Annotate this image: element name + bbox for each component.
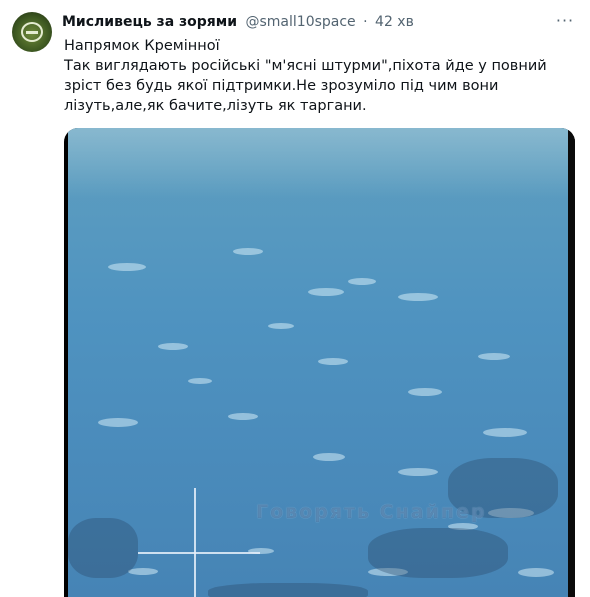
- video-media[interactable]: Говорять Снайпер: [64, 128, 575, 597]
- crosshair-vertical: [194, 488, 196, 597]
- author-handle[interactable]: @small10space: [246, 14, 356, 30]
- avatar-emblem-icon: [21, 22, 43, 42]
- timestamp[interactable]: 42 хв: [375, 14, 414, 30]
- tweet-card[interactable]: Мисливець за зорями @small10space · 42 х…: [0, 0, 590, 597]
- video-letterbox-right: [568, 128, 575, 597]
- avatar[interactable]: [12, 12, 52, 52]
- tweet-text-line-2: Так виглядають російські "м'ясні штурми"…: [64, 58, 547, 114]
- video-watermark: Говорять Снайпер: [256, 501, 487, 523]
- video-haze: [68, 128, 568, 198]
- tweet-header: Мисливець за зорями @small10space · 42 х…: [62, 12, 414, 32]
- crosshair-horizontal: [138, 552, 260, 554]
- tweet-text-line-1: Напрямок Кремінної: [64, 38, 220, 54]
- video-frame[interactable]: Говорять Снайпер: [68, 128, 568, 597]
- tweet-text: Напрямок Кремінної Так виглядають російс…: [64, 36, 574, 116]
- separator-dot: ·: [363, 14, 368, 30]
- author-name[interactable]: Мисливець за зорями: [62, 14, 237, 30]
- more-icon[interactable]: ···: [554, 10, 576, 32]
